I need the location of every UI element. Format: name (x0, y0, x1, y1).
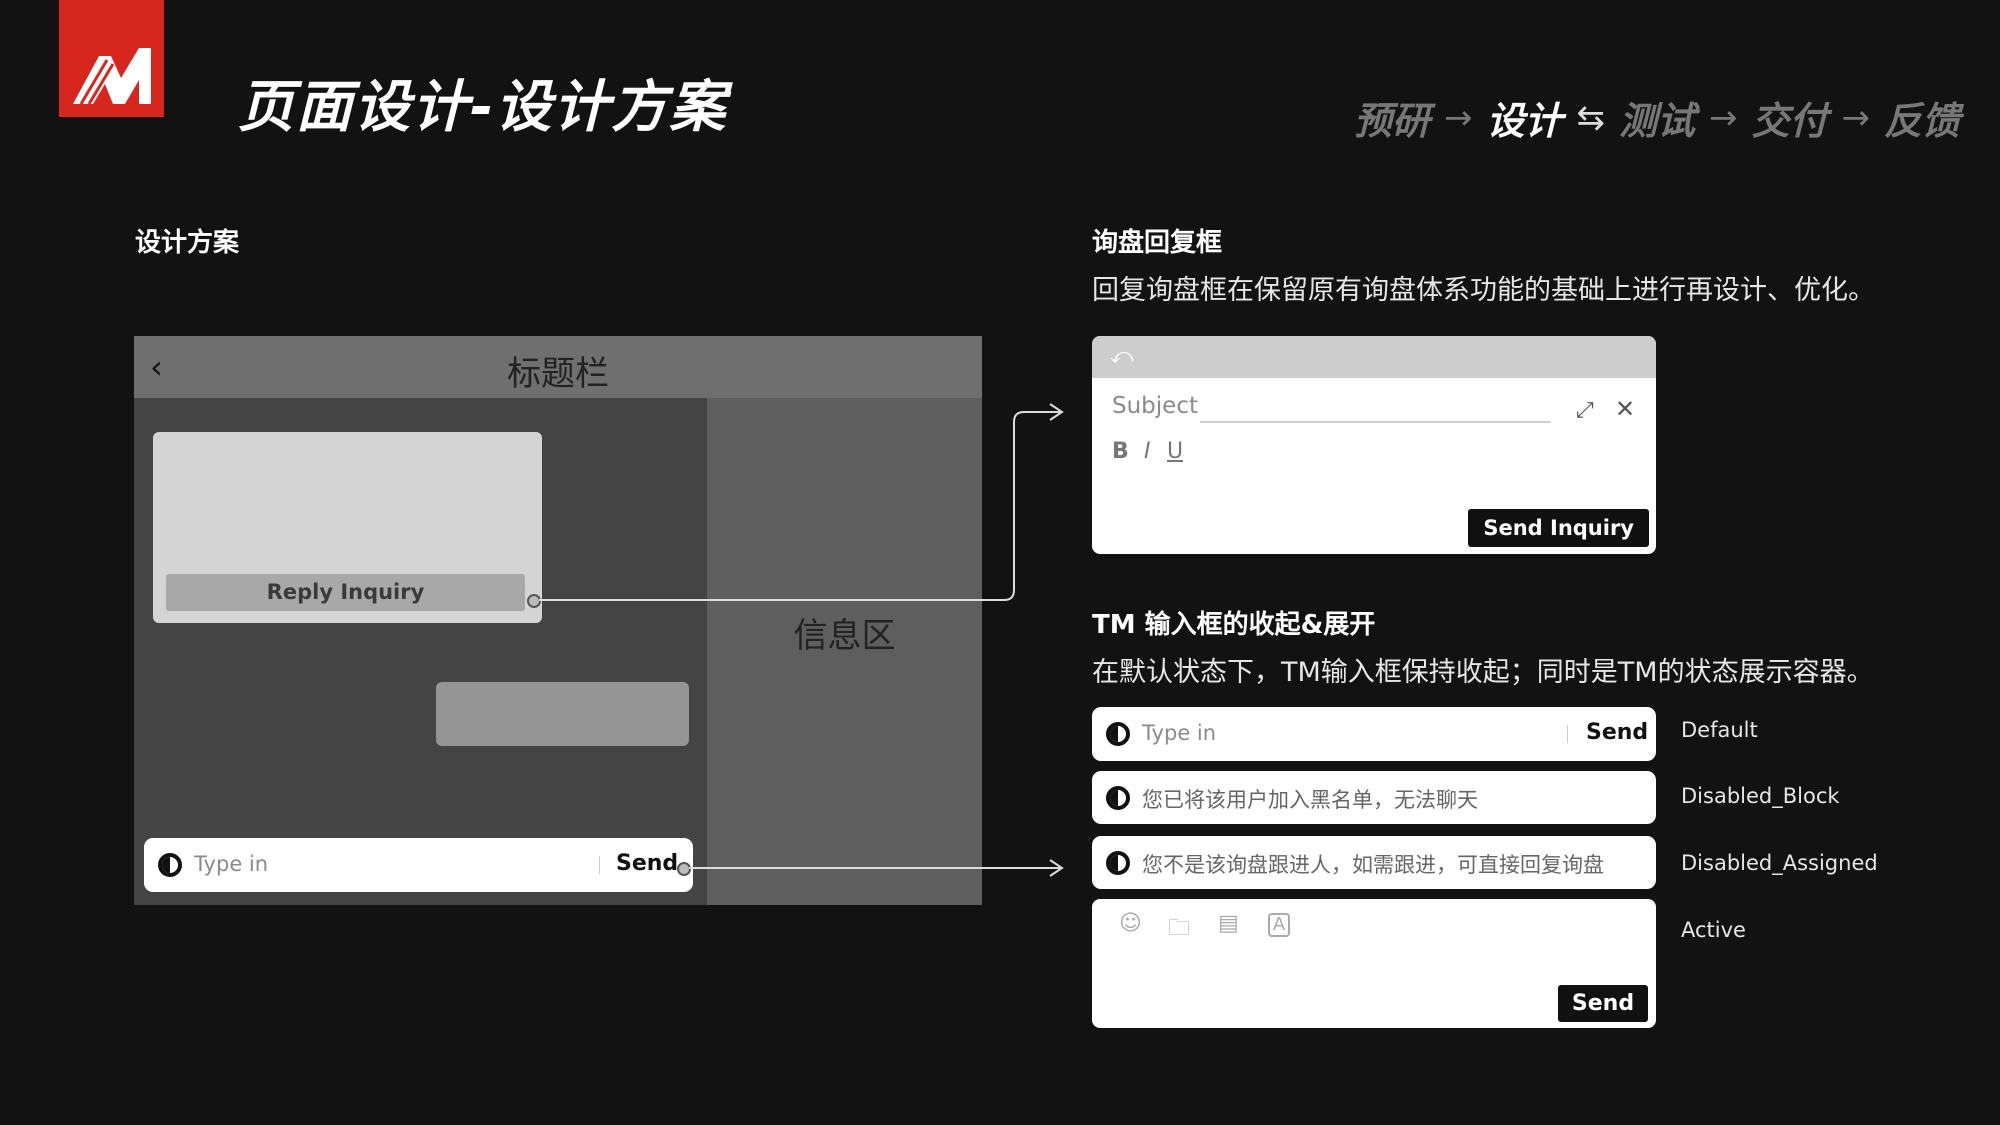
status-icon (1106, 851, 1130, 875)
state-label-disabled-assigned: Disabled_Assigned (1681, 851, 1878, 875)
tm-input-disabled-block: 您已将该用户加入黑名单，无法聊天 (1092, 771, 1656, 824)
divider (1567, 725, 1568, 743)
state-label-disabled-block: Disabled_Block (1681, 784, 1840, 808)
section-heading-tm: TM 输入框的收起&展开 (1092, 610, 1376, 640)
reply-box-header (1092, 336, 1656, 378)
subject-input[interactable]: Subject (1112, 393, 1198, 419)
tm-description: 在默认状态下，TM输入框保持收起；同时是TM的状态展示容器。 (1092, 657, 1874, 688)
status-icon (1106, 722, 1130, 746)
send-button[interactable]: Send (1586, 720, 1648, 745)
reply-description: 回复询盘框在保留原有询盘体系功能的基础上进行再设计、优化。 (1092, 275, 1875, 306)
quick-reply-icon[interactable]: ▤ (1218, 911, 1239, 936)
italic-button[interactable]: I (1144, 439, 1151, 464)
section-heading-reply: 询盘回复框 (1092, 228, 1223, 258)
underline-button[interactable]: U (1167, 439, 1183, 464)
expand-icon[interactable]: ⤢ (1576, 398, 1594, 423)
reply-arrow-icon[interactable]: ⤺ (1110, 344, 1134, 369)
send-inquiry-button[interactable]: Send Inquiry (1468, 509, 1649, 547)
tm-input-disabled-assigned: 您不是该询盘跟进人，如需跟进，可直接回复询盘 (1092, 836, 1656, 889)
tm-input-default[interactable]: Type in Send (1092, 707, 1656, 761)
connector-arrows (539, 403, 1064, 877)
status-icon (1106, 786, 1130, 810)
state-label-active: Active (1681, 918, 1746, 942)
send-button[interactable]: Send (1558, 985, 1648, 1022)
subject-underline (1200, 421, 1551, 423)
state-label-default: Default (1681, 718, 1758, 742)
disabled-block-message: 您已将该用户加入黑名单，无法聊天 (1142, 788, 1478, 812)
translate-icon[interactable]: A (1268, 913, 1290, 937)
disabled-assigned-message: 您不是该询盘跟进人，如需跟进，可直接回复询盘 (1142, 853, 1604, 877)
bold-button[interactable]: B (1112, 439, 1129, 464)
emoji-icon[interactable]: ☺ (1119, 911, 1142, 936)
reply-inquiry-box: ⤺ Subject ⤢ ✕ B I U Send Inquiry (1092, 336, 1656, 554)
folder-icon[interactable]: 🗀 (1168, 911, 1190, 949)
tm-input-active[interactable]: ☺ 🗀 ▤ A Send (1092, 899, 1656, 1028)
tm-input-placeholder: Type in (1142, 721, 1217, 745)
close-icon[interactable]: ✕ (1615, 395, 1635, 423)
